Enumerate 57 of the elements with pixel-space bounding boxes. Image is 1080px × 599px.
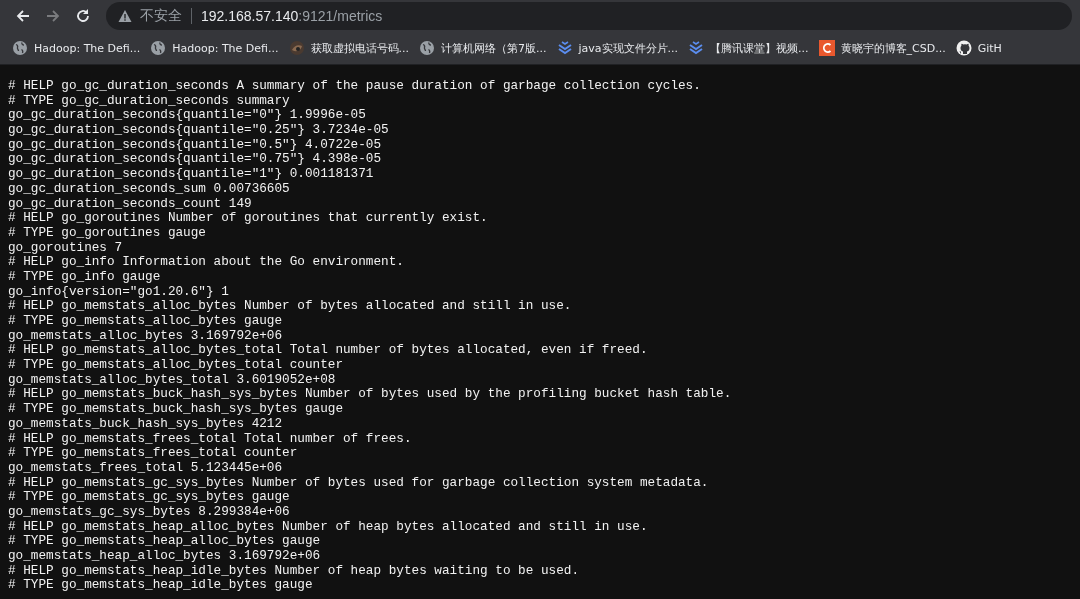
bookmark-link[interactable]: 黄晓宇的博客_CSD... (840, 40, 946, 56)
address-bar[interactable]: 不安全 192.168.57.140:9121/metrics (106, 2, 1072, 30)
metric-line: go_memstats_alloc_bytes_total 3.6019052e+08 (8, 372, 336, 388)
bookmark-link[interactable]: GitH (977, 41, 1002, 55)
comment-line: # TYPE go_memstats_frees_total counter (8, 446, 298, 461)
comment-line: # HELP go_memstats_frees_total Total number of frees. (8, 431, 412, 447)
security-label[interactable]: 不安全 (140, 7, 182, 25)
metric-line: go_memstats_alloc_bytes 3.169792e+06 (8, 328, 283, 344)
comment-line: # TYPE go_gc_duration_seconds summary (8, 93, 290, 109)
comment-line: # TYPE go_memstats_heap_alloc_bytes gauge (8, 534, 321, 549)
comment-line: # HELP go_memstats_buck_hash_sys_bytes Number of bytes used by the profiling bucket hash table. (8, 387, 732, 403)
comment-line: # TYPE go_memstats_heap_idle_bytes gauge (8, 578, 313, 594)
metric-line: go_info{version="go1.20.6"} 1 (8, 284, 229, 300)
metric-line: go_goroutines 7 (8, 240, 123, 256)
bookmark-link[interactable]: Hadoop: The Defi... (172, 41, 279, 55)
cat-logo-icon (955, 40, 972, 56)
comment-line: # HELP go_memstats_alloc_bytes Number of bytes allocated and still in use. (8, 299, 572, 314)
metric-line: go_gc_duration_seconds{quantile="0.5"} 4.0722e-05 (8, 137, 382, 153)
comment-line: # HELP go_info Information about the Go environment. (8, 255, 404, 270)
globe-icon (419, 40, 436, 56)
metric-line: go_memstats_frees_total 5.123445e+06 (8, 460, 283, 476)
comment-line: # TYPE go_memstats_alloc_bytes gauge (8, 314, 283, 329)
metric-line: go_memstats_buck_hash_sys_bytes 4212 (8, 416, 283, 432)
comment-line: # TYPE go_memstats_gc_sys_bytes gauge (8, 490, 290, 505)
metric-line: go_memstats_gc_sys_bytes 8.299384e+06 (8, 504, 290, 520)
metric-line: go_gc_duration_seconds{quantile="1"} 0.001181371 (8, 167, 374, 182)
url-path: :9121/metrics (298, 8, 383, 24)
metric-line: go_memstats_heap_alloc_bytes 3.169792e+06 (8, 549, 321, 564)
metric-line: go_gc_duration_seconds{quantile="0"} 1.9996e-05 (8, 108, 366, 124)
metric-line: go_gc_duration_seconds{quantile="0.25"} 3.7234e-05 (8, 123, 389, 138)
comment-line: # HELP go_memstats_gc_sys_bytes Number of bytes used for garbage collection system metadata. (8, 475, 709, 491)
avatar-icon (288, 40, 305, 56)
layers-icon (688, 40, 705, 56)
layers-icon (556, 40, 573, 56)
metric-line: go_gc_duration_seconds_count 149 (8, 196, 252, 212)
comment-line: # TYPE go_memstats_buck_hash_sys_bytes gauge (8, 402, 343, 417)
url-host: 192.168.57.140 (201, 8, 299, 24)
comment-line: # TYPE go_memstats_alloc_bytes_total counter (8, 358, 343, 373)
bookmark-link[interactable]: 【腾讯课堂】视频... (710, 40, 809, 56)
comment-line: # HELP go_goroutines Number of goroutines that currently exist. (8, 211, 488, 226)
comment-line: # HELP go_memstats_alloc_bytes_total Total number of bytes allocated, even if freed. (8, 343, 648, 359)
metric-line: go_gc_duration_seconds{quantile="0.75"} 4.398e-05 (8, 152, 382, 168)
comment-line: # HELP go_gc_duration_seconds A summary of the pause duration of garbage collection cycles. (8, 79, 701, 94)
comment-line: # HELP go_memstats_heap_alloc_bytes Number of heap bytes allocated and still in use. (8, 519, 648, 535)
c-logo-icon (818, 40, 835, 56)
bookmark-link[interactable]: 计算机网络（第7版... (441, 40, 547, 56)
comment-line: # TYPE go_goroutines gauge (8, 225, 206, 241)
metric-line: go_gc_duration_seconds_sum 0.00736605 (8, 181, 290, 197)
bookmark-link[interactable]: 获取虚拟电话号码... (310, 40, 410, 56)
comment-line: # HELP go_memstats_heap_idle_bytes Number of heap bytes waiting to be used. (8, 563, 580, 579)
bookmark-link[interactable]: Hadoop: The Defi... (34, 41, 141, 55)
globe-icon (150, 40, 167, 56)
comment-line: # TYPE go_info gauge (8, 269, 161, 285)
bookmark-link[interactable]: java实现文件分片... (578, 40, 679, 56)
warning-icon (118, 9, 132, 23)
reload-icon (74, 7, 92, 25)
globe-icon (12, 40, 28, 56)
